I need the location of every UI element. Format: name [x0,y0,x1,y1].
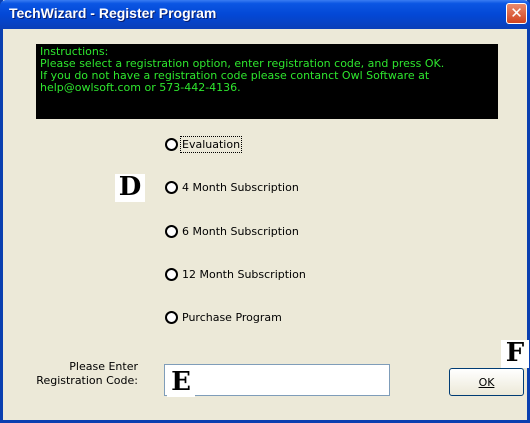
instructions-panel: Instructions: Please select a registrati… [36,44,498,119]
close-button[interactable]: ✕ [506,3,527,24]
radio-6-month-subscription[interactable]: 6 Month Subscription [165,222,299,240]
instructions-line-4: help@owlsoft.com or 573-442-4136. [40,81,241,94]
radio-label-evaluation[interactable]: Evaluation [179,135,243,153]
radio-4-month-subscription[interactable]: 4 Month Subscription [165,178,299,196]
radio-circle-icon[interactable] [165,224,178,238]
registration-code-input[interactable] [164,364,390,396]
radio-circle-icon[interactable] [165,137,178,151]
radio-label-6-month[interactable]: 6 Month Subscription [182,225,299,238]
registration-label-line-1: Please Enter [69,360,138,373]
radio-circle-icon[interactable] [165,310,178,324]
radio-circle-icon[interactable] [165,180,178,194]
radio-purchase-program[interactable]: Purchase Program [165,308,282,326]
radio-12-month-subscription[interactable]: 12 Month Subscription [165,265,306,283]
radio-evaluation[interactable]: Evaluation [165,135,243,153]
radio-label-purchase[interactable]: Purchase Program [182,311,282,324]
radio-label-12-month[interactable]: 12 Month Subscription [182,268,306,281]
marker-d: D [115,174,145,202]
marker-e: E [167,369,195,397]
marker-f: F [501,340,529,368]
registration-label-line-2: Registration Code: [36,374,138,387]
close-icon: ✕ [510,4,523,22]
window-title: TechWizard - Register Program [9,5,217,21]
register-program-dialog: TechWizard - Register Program ✕ Instruct… [0,0,530,423]
ok-button-label: OK [478,375,495,389]
ok-button[interactable]: OK [449,368,524,396]
registration-code-label: Please Enter Registration Code: [36,360,138,388]
title-bar[interactable]: TechWizard - Register Program ✕ [0,0,530,29]
radio-circle-icon[interactable] [165,267,178,281]
radio-label-4-month[interactable]: 4 Month Subscription [182,181,299,194]
